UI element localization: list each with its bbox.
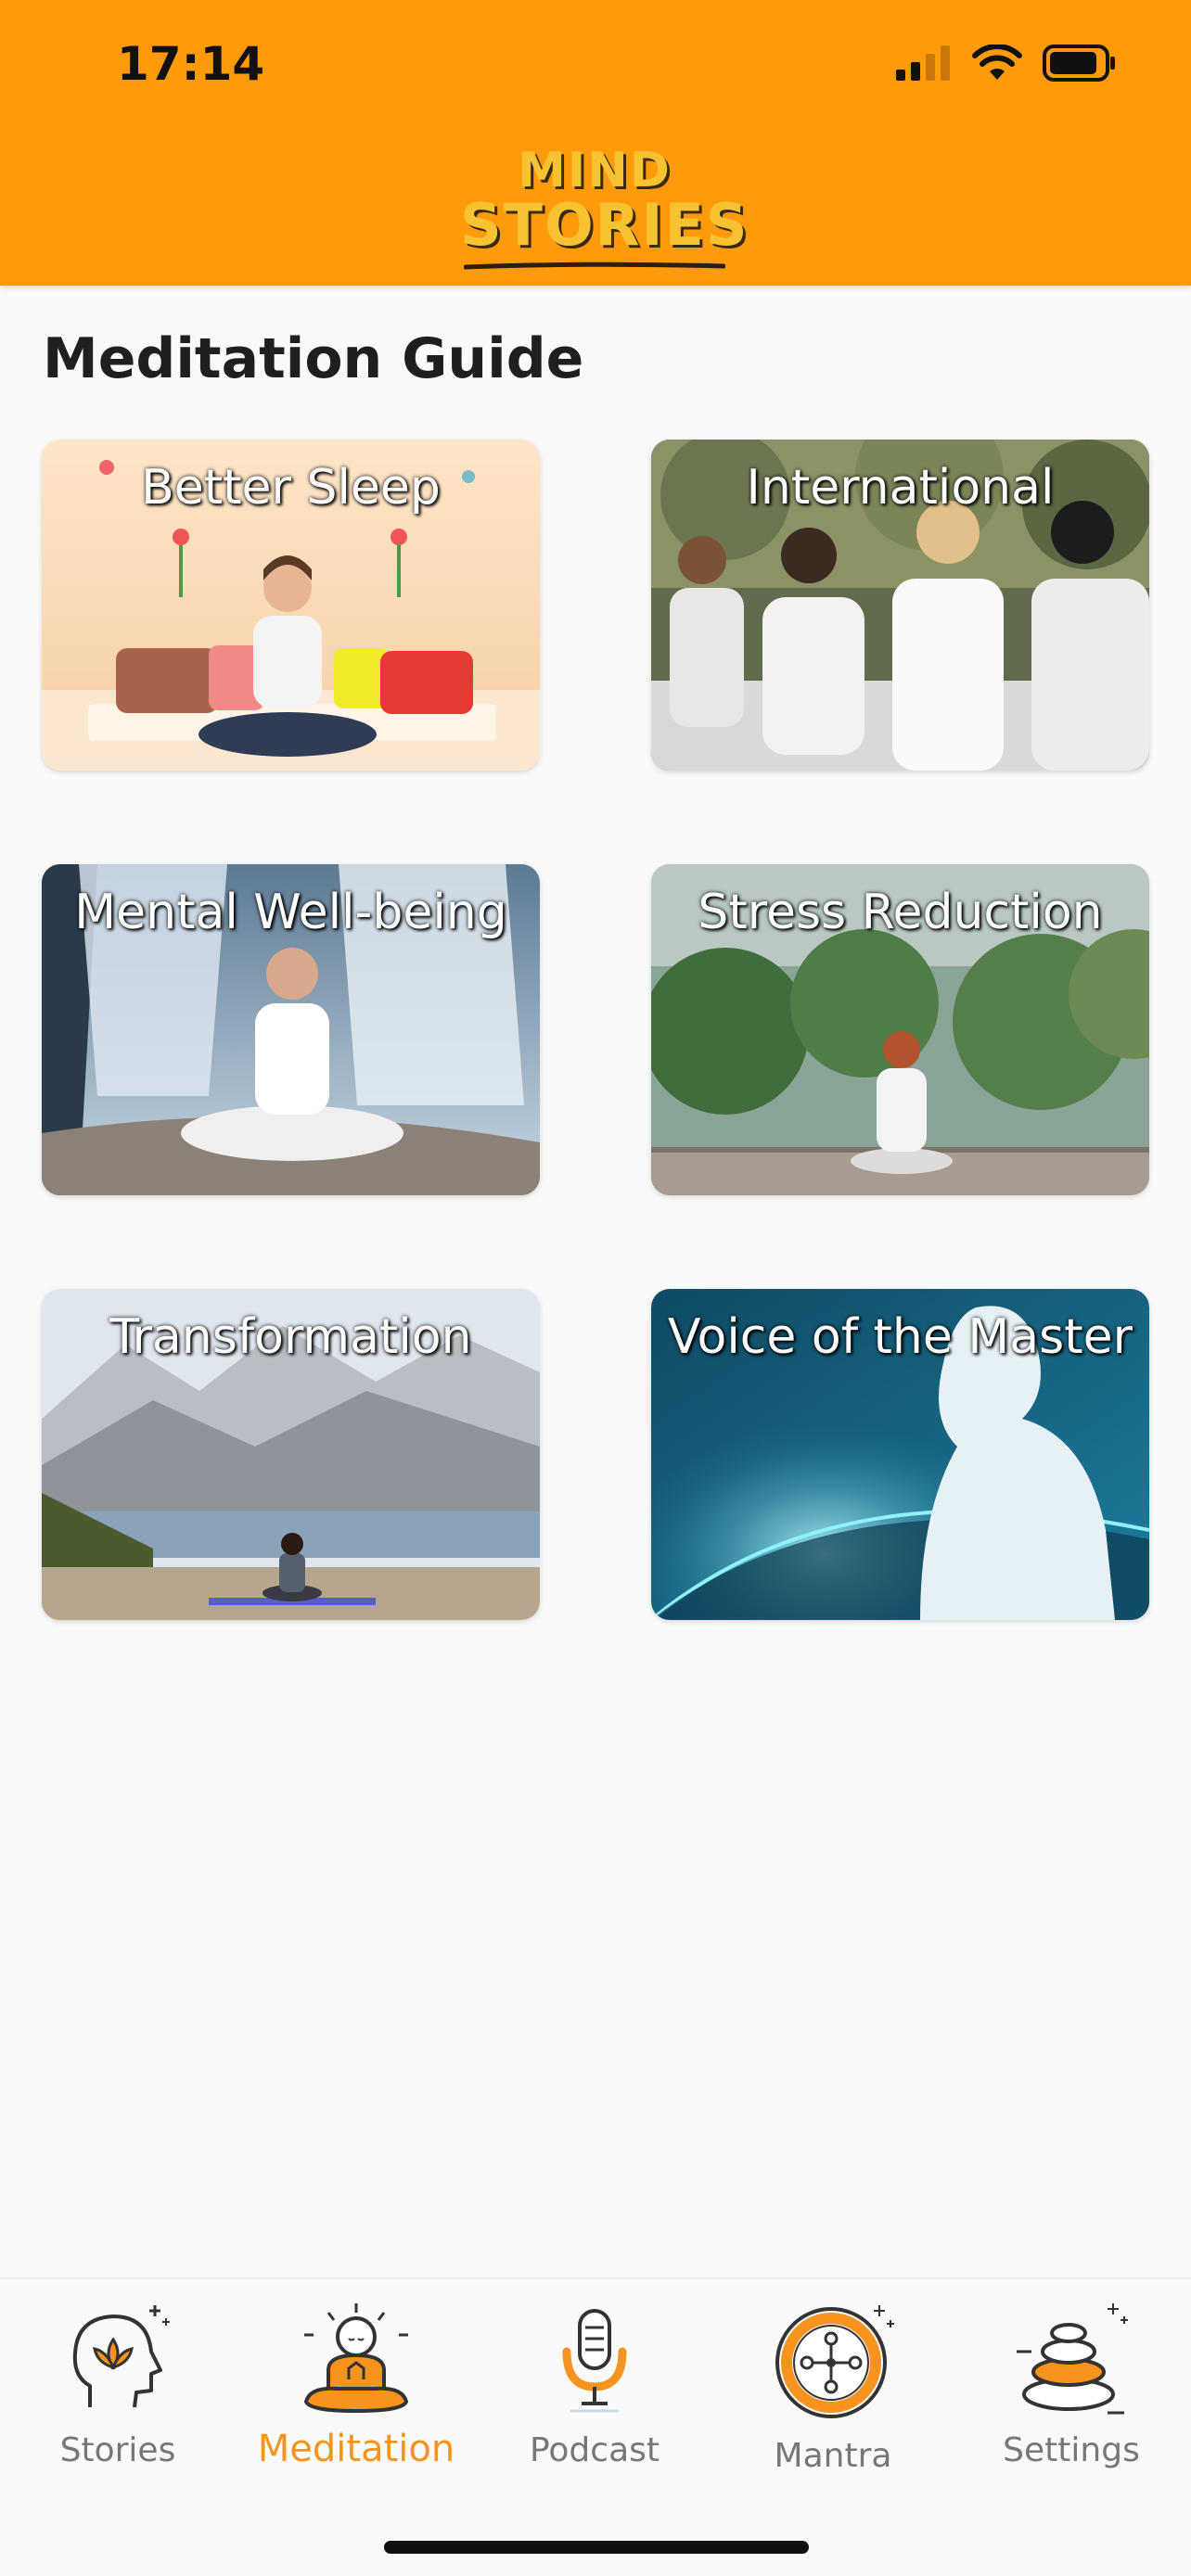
wifi-icon bbox=[972, 45, 1022, 80]
logo-text-line2: STORIES bbox=[460, 191, 749, 259]
status-time: 17:14 bbox=[117, 37, 265, 91]
card-voice-of-the-master[interactable]: Voice of the Master bbox=[651, 1289, 1149, 1620]
page-title: Meditation Guide bbox=[43, 326, 584, 391]
card-international[interactable]: International bbox=[651, 440, 1149, 771]
card-transformation[interactable]: Transformation bbox=[42, 1289, 540, 1620]
head-lotus-icon bbox=[72, 2305, 170, 2408]
cellular-signal-icon bbox=[896, 45, 950, 81]
tab-settings[interactable]: Settings bbox=[969, 2298, 1173, 2493]
card-mental-well-being[interactable]: Mental Well-being bbox=[42, 864, 540, 1195]
tab-mantra[interactable]: Mantra bbox=[731, 2298, 935, 2493]
card-title: Stress Reduction bbox=[698, 885, 1103, 940]
bottom-tab-bar: Stories Meditation Podcast Mantra Settin… bbox=[0, 2277, 1191, 2576]
status-icons bbox=[896, 45, 1117, 82]
app-header: 17:14 MIND STORIES bbox=[0, 0, 1191, 286]
card-title: Transformation bbox=[109, 1309, 472, 1365]
tab-stories[interactable]: Stories bbox=[16, 2298, 220, 2493]
card-title: Mental Well-being bbox=[74, 885, 507, 940]
logo-text-line1: MIND bbox=[518, 143, 672, 198]
home-indicator[interactable] bbox=[384, 2541, 809, 2554]
logo-brush-underline bbox=[464, 261, 725, 270]
battery-icon bbox=[1043, 45, 1115, 82]
stacked-stones-icon bbox=[1017, 2303, 1128, 2415]
tab-label: Mantra bbox=[774, 2437, 892, 2475]
tab-meditation[interactable]: Meditation bbox=[254, 2298, 458, 2493]
card-stress-reduction[interactable]: Stress Reduction bbox=[651, 864, 1149, 1195]
microphone-icon bbox=[562, 2309, 627, 2413]
mantra-wheel-icon bbox=[775, 2305, 894, 2418]
card-title: Better Sleep bbox=[141, 460, 441, 516]
card-title: Voice of the Master bbox=[667, 1309, 1133, 1365]
tab-label: Meditation bbox=[257, 2428, 455, 2470]
tab-label: Stories bbox=[59, 2431, 176, 2469]
card-title: International bbox=[746, 460, 1055, 516]
tab-label: Settings bbox=[1003, 2431, 1140, 2469]
tab-label: Podcast bbox=[529, 2431, 660, 2469]
card-better-sleep[interactable]: Better Sleep bbox=[42, 440, 540, 771]
app-logo: MIND STORIES bbox=[460, 143, 749, 271]
tab-podcast[interactable]: Podcast bbox=[493, 2298, 697, 2493]
meditating-person-icon bbox=[303, 2303, 409, 2414]
